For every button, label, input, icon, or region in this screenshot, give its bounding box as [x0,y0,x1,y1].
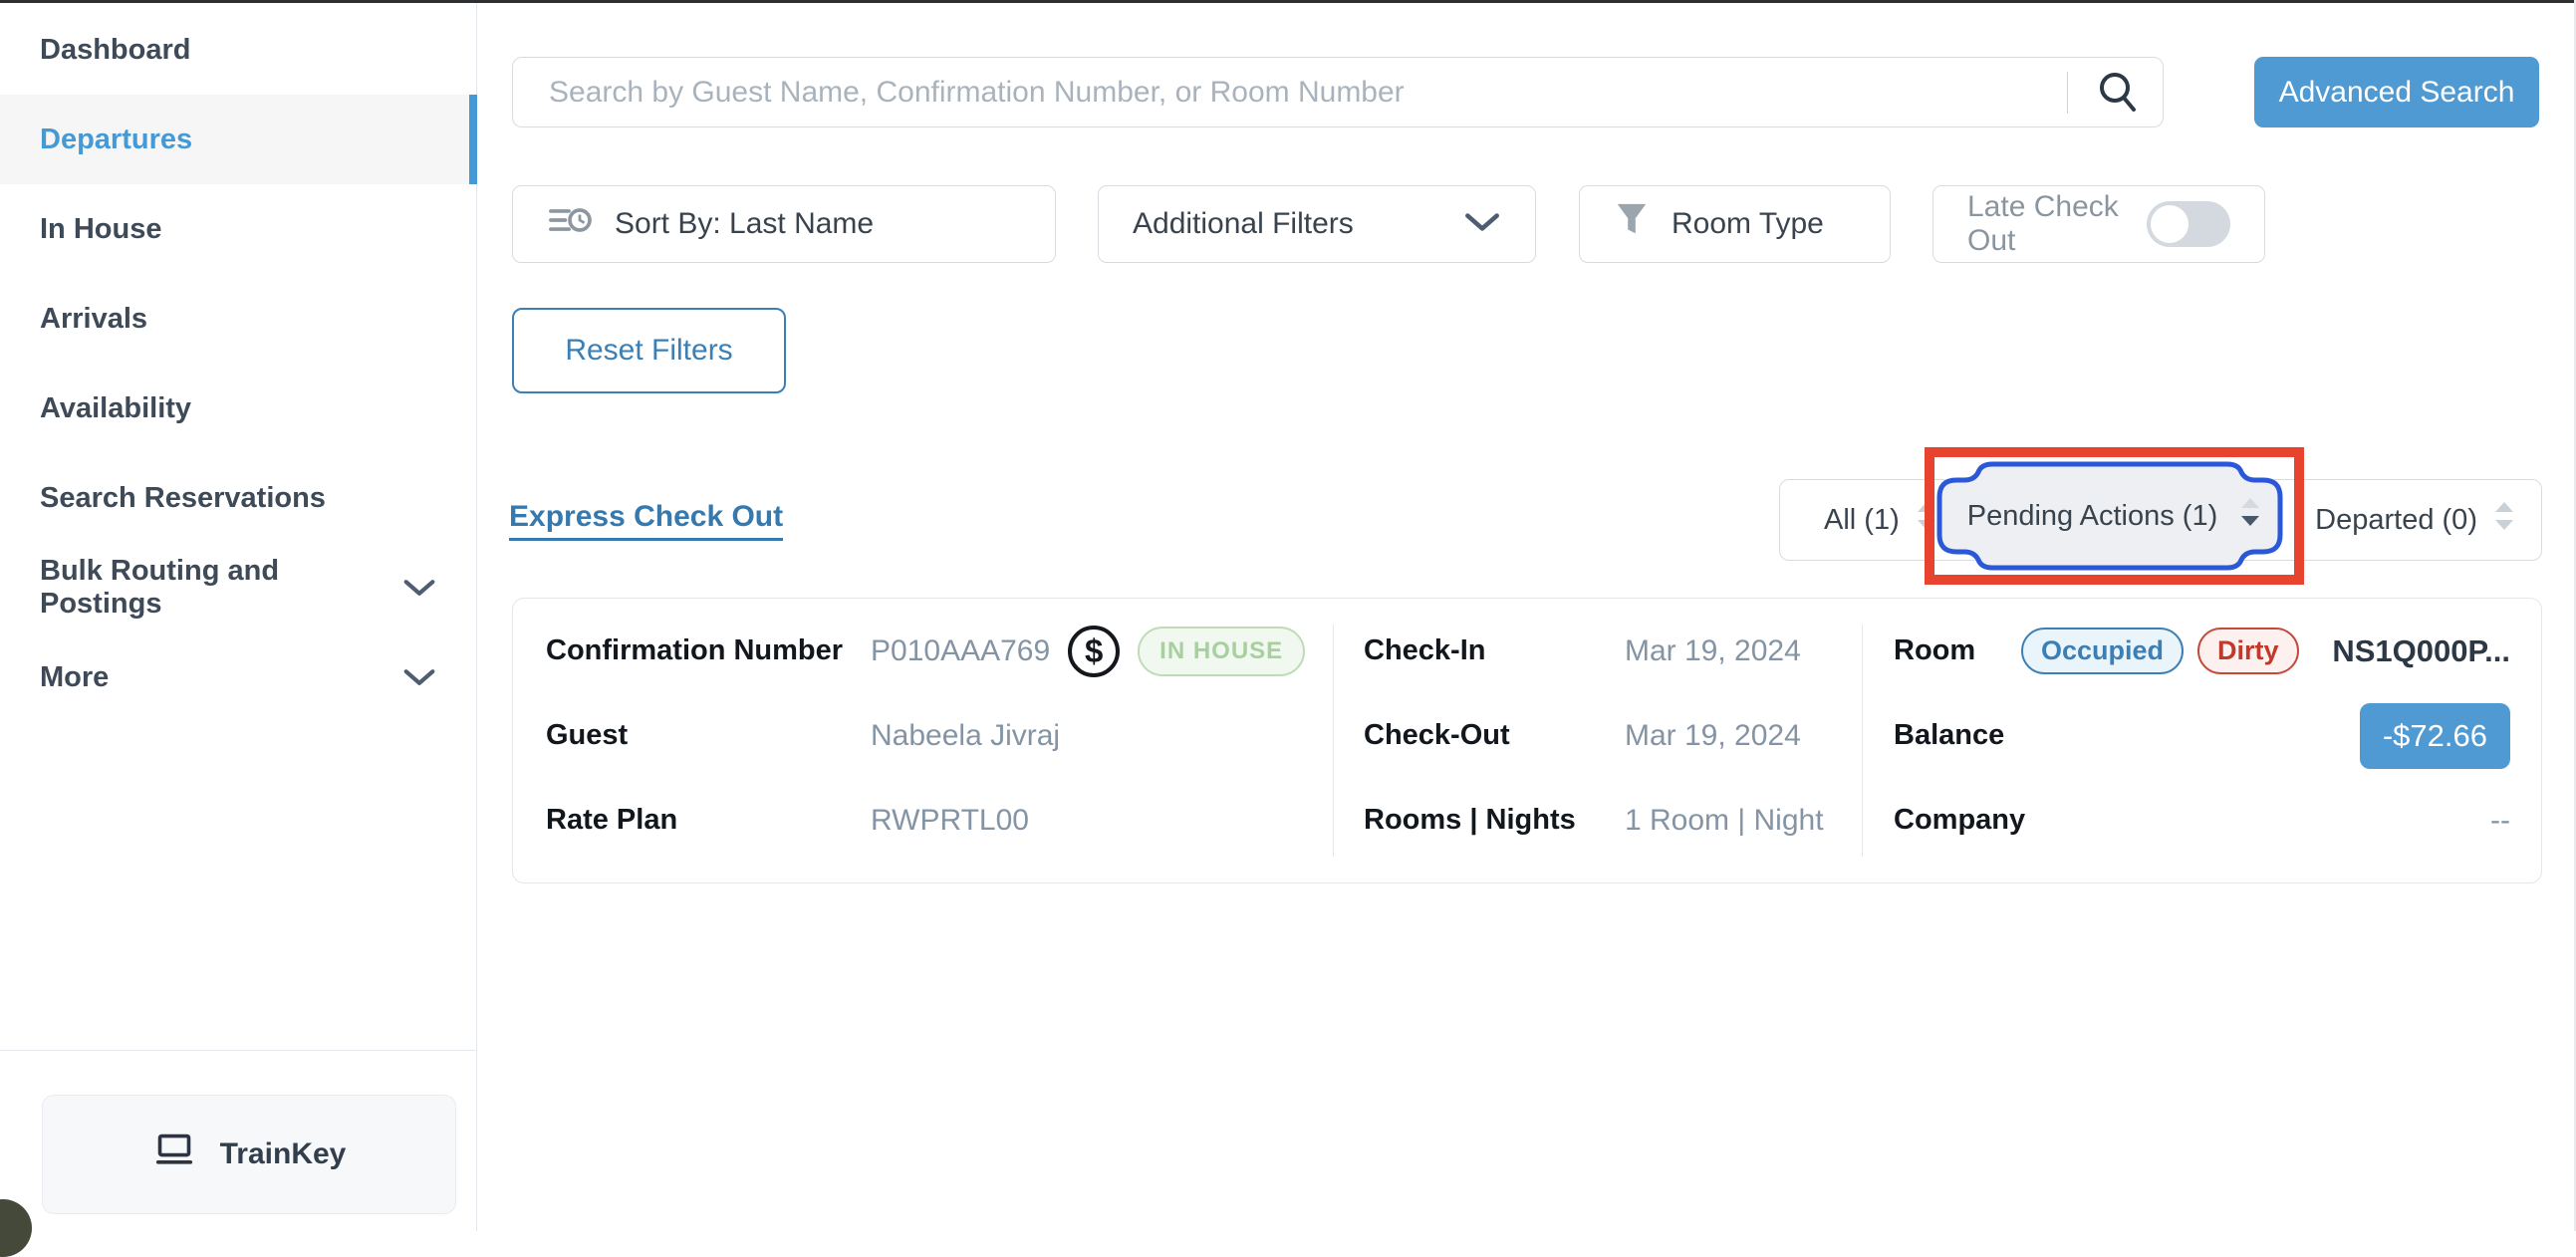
card-column-identity: Confirmation Number P010AAA769 $ IN HOUS… [546,609,1323,863]
annotation-highlight-box: Pending Actions (1) [1925,447,2304,585]
chevron-down-icon [402,578,436,598]
check-out-row: Check-Out Mar 19, 2024 [1364,693,1842,778]
rooms-nights-row: Rooms | Nights 1 Room | Night [1364,778,1842,863]
guest-label: Guest [546,719,871,752]
card-column-dates: Check-In Mar 19, 2024 Check-Out Mar 19, … [1364,609,1842,863]
sidebar: Dashboard Departures In House Arrivals A… [0,3,477,1231]
check-in-value: Mar 19, 2024 [1625,634,1801,668]
room-number-value: NS1Q000P... [2332,633,2510,669]
sidebar-item-more[interactable]: More [0,632,476,722]
sidebar-item-bulk-routing[interactable]: Bulk Routing and Postings [0,543,476,632]
sidebar-item-label: More [40,661,109,694]
dirty-badge: Dirty [2197,628,2299,674]
laptop-icon [152,1131,196,1177]
sort-clock-icon [547,200,593,248]
check-in-row: Check-In Mar 19, 2024 [1364,609,1842,693]
sidebar-item-dashboard[interactable]: Dashboard [0,5,476,95]
guest-value: Nabeela Jivraj [871,719,1060,753]
reservation-card[interactable]: Confirmation Number P010AAA769 $ IN HOUS… [512,598,2542,883]
room-row: Room Occupied Dirty NS1Q000P... [1894,609,2510,693]
search-icon[interactable] [2094,68,2142,116]
filter-funnel-icon [1614,201,1650,247]
guest-row: Guest Nabeela Jivraj [546,693,1323,778]
search-input[interactable] [512,57,2164,127]
rate-plan-row: Rate Plan RWPRTL00 [546,778,1323,863]
room-type-label: Room Type [1672,207,1824,241]
rate-plan-label: Rate Plan [546,804,871,837]
sort-arrows-icon [2493,499,2515,541]
toggle-knob [2151,205,2189,243]
additional-filters-dropdown[interactable]: Additional Filters [1098,185,1536,263]
reset-filters-button[interactable]: Reset Filters [512,308,786,393]
additional-filters-label: Additional Filters [1133,207,1354,241]
confirmation-value: P010AAA769 [871,634,1050,668]
room-label: Room [1894,634,2021,667]
tab-departed-label: Departed (0) [2315,504,2477,537]
sidebar-item-availability[interactable]: Availability [0,364,476,453]
card-divider [1333,625,1334,857]
card-divider [1862,625,1863,857]
chevron-down-icon [402,667,436,687]
check-in-label: Check-In [1364,634,1625,667]
sidebar-item-in-house[interactable]: In House [0,184,476,274]
sort-by-label: Sort By: Last Name [615,207,874,241]
express-check-out-link[interactable]: Express Check Out [509,500,783,541]
sidebar-nav: Dashboard Departures In House Arrivals A… [0,3,476,722]
company-label: Company [1894,804,2021,837]
tab-pending-actions-label: Pending Actions (1) [1967,500,2217,533]
rooms-nights-value: 1 Room | Night [1625,804,1824,838]
occupied-badge: Occupied [2021,628,2184,674]
card-column-room: Room Occupied Dirty NS1Q000P... Balance … [1894,609,2510,863]
rate-plan-value: RWPRTL00 [871,804,1029,838]
chevron-down-icon [1463,207,1501,241]
room-type-filter[interactable]: Room Type [1579,185,1891,263]
check-out-value: Mar 19, 2024 [1625,719,1801,753]
sidebar-item-arrivals[interactable]: Arrivals [0,274,476,364]
company-row: Company -- [1894,778,2510,863]
departures-page: { "sidebar": { "items": [ {"label": "Das… [0,0,2576,1231]
trainkey-label: TrainKey [220,1137,347,1171]
late-check-out-label: Late Check Out [1967,190,2125,258]
confirmation-label: Confirmation Number [546,634,871,667]
in-house-badge: IN HOUSE [1138,627,1305,676]
departure-status-tabs: All (1) Departed (0) Pending Ac [1779,479,2542,561]
advanced-search-button[interactable]: Advanced Search [2254,57,2539,127]
company-value: -- [2490,804,2510,838]
sidebar-item-departures[interactable]: Departures [0,95,476,184]
sidebar-footer: TrainKey [0,1050,476,1232]
check-out-label: Check-Out [1364,719,1625,752]
sort-arrows-icon [2239,495,2261,537]
sidebar-item-search-reservations[interactable]: Search Reservations [0,453,476,543]
late-check-out-filter: Late Check Out [1932,185,2265,263]
trainkey-button[interactable]: TrainKey [42,1095,456,1214]
tab-all[interactable]: All (1) [1824,499,1937,541]
balance-amount-chip[interactable]: -$72.66 [2360,703,2510,769]
tab-departed[interactable]: Departed (0) [2315,499,2515,541]
balance-row: Balance -$72.66 [1894,693,2510,778]
confirmation-row: Confirmation Number P010AAA769 $ IN HOUS… [546,609,1323,693]
sort-by-dropdown[interactable]: Sort By: Last Name [512,185,1056,263]
tab-all-label: All (1) [1824,504,1900,537]
balance-label: Balance [1894,719,2021,752]
late-check-out-toggle[interactable] [2147,201,2230,247]
tab-pending-actions[interactable]: Pending Actions (1) [1934,457,2294,575]
sidebar-item-label: Bulk Routing and Postings [40,555,402,621]
dollar-circle-icon[interactable]: $ [1068,626,1120,677]
search-divider [2067,72,2068,114]
rooms-nights-label: Rooms | Nights [1364,804,1625,837]
